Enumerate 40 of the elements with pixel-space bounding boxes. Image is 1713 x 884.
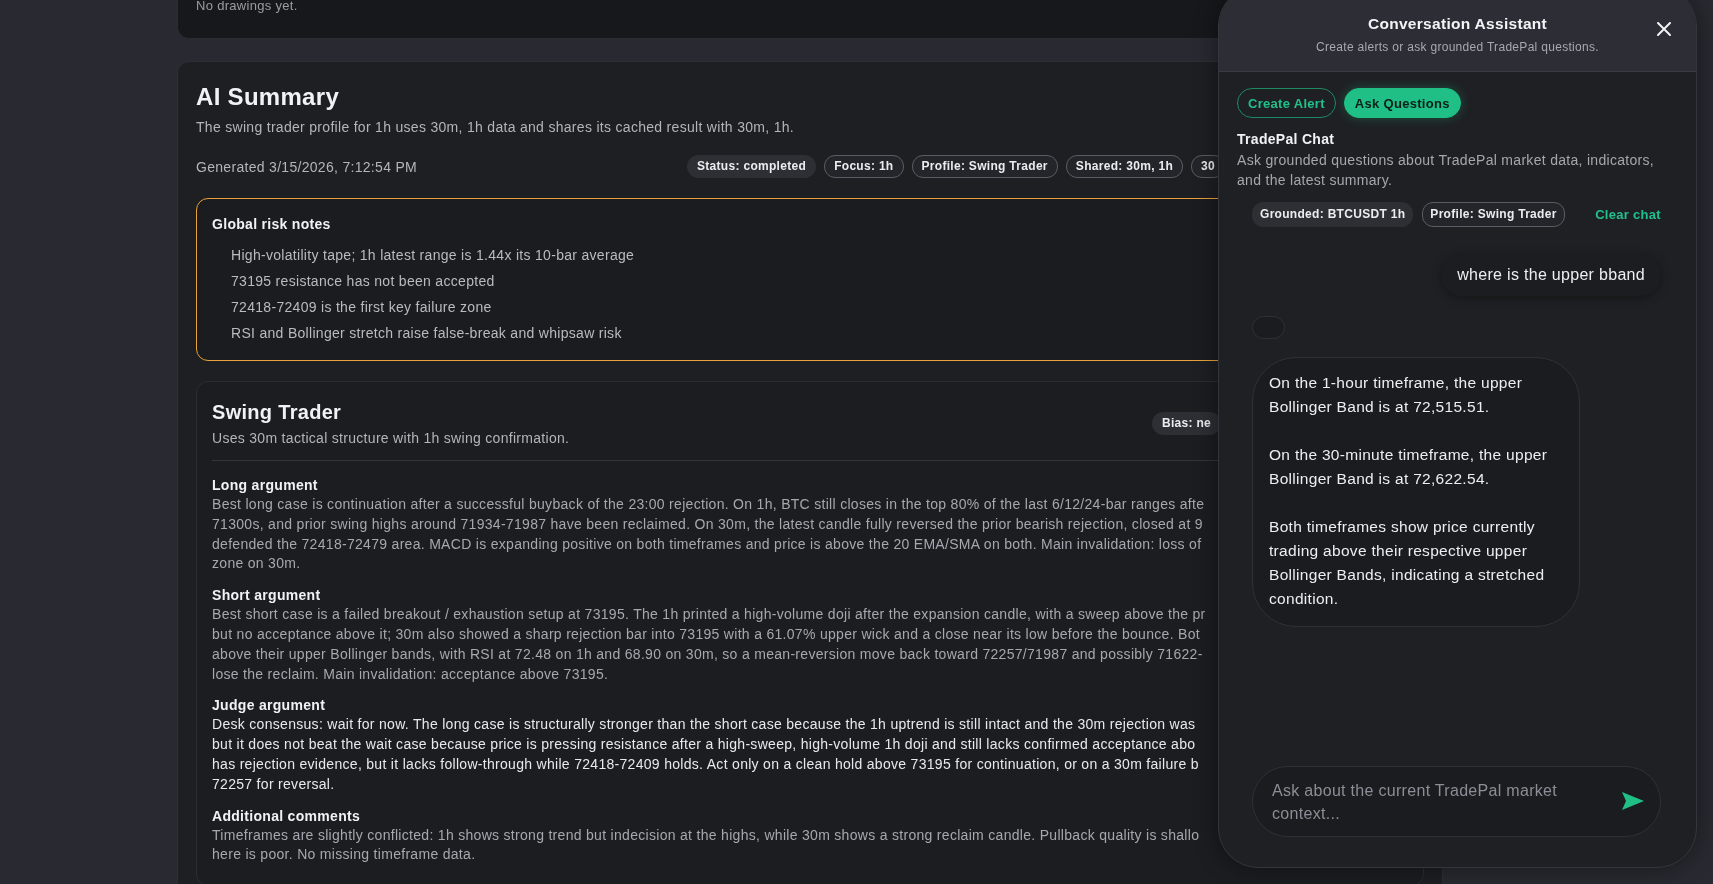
profile-title: Swing Trader	[212, 400, 342, 425]
summary-tag: Status: completed	[687, 155, 817, 178]
argument-text: Desk consensus: wait for now. The long case is structurally stronger than the short case because the 1h uptrend is still intact and the 30m rejection was but it does not beat the wait case because price is pressing resistance after a high-sweep, high-volume 1h doji and still lacks confirmed acceptance abo has rejection evidence, but it lacks follow-through while 72418-72409 holds. Act only on a clean hold above 73195 for continuation, or on a 30m failure b 72257 for reversal.	[212, 715, 1199, 794]
generated-timestamp: Generated 3/15/2026, 7:12:54 PM	[196, 157, 418, 177]
message-input[interactable]: Ask about the current TradePal market context...	[1252, 766, 1661, 837]
argument-heading: Short argument	[212, 586, 321, 606]
risk-note: 72418-72409 is the first key failure zone	[231, 298, 492, 317]
risk-note: RSI and Bollinger stretch raise false-break and whipsaw risk	[231, 324, 622, 343]
panel-title: Conversation Assistant	[1367, 14, 1548, 34]
summary-tag: Shared: 30m, 1h	[1065, 155, 1184, 178]
message-paragraph: On the 30-minute timeframe, the upper Bollinger Band is at 72,622.54.	[1269, 445, 1549, 489]
argument-text: Best long case is continuation after a successful buyback of the 23:00 rejection. On 1h, BTC still closes in the top 80% of the last 6/12/24-bar ranges afte 71300s, and prior swing highs around 71934-71987 have been reclaimed. On 30m, the latest candle fully reversed the prior bearish rejection, closed at 9 defended the 72418-72479 area. MACD is expanding positive on both timeframes and price is above the 20 EMA/SMA on both. Main invalidation: loss of zone on 30m.	[212, 495, 1205, 574]
close-button[interactable]	[1655, 20, 1673, 38]
chat-description: Ask grounded questions about TradePal market data, indicators, and the latest summary.	[1237, 151, 1656, 190]
risk-notes-title: Global risk notes	[212, 215, 331, 234]
send-button[interactable]	[1622, 792, 1644, 810]
risk-note: 73195 resistance has not been accepted	[231, 272, 495, 291]
summary-description: The swing trader profile for 1h uses 30m, 1h data and shares its cached result with 30m, 1h.	[196, 118, 794, 137]
argument-text: Timeframes are slightly conflicted: 1h shows strong trend but indecision at the highs, while 30m shows a strong reclaim candle. Pullback quality is shallo here is poor. No missing timeframe data.	[212, 825, 1200, 865]
user-message: where is the upper bband	[1441, 254, 1661, 296]
summary-title: AI Summary	[196, 82, 340, 112]
message-paragraph: On the 1-hour timeframe, the upper Bollinger Band is at 72,515.51.	[1269, 373, 1524, 417]
argument-heading: Judge argument	[212, 696, 326, 716]
mode-tab[interactable]: Ask Questions	[1343, 88, 1461, 118]
argument-heading: Long argument	[212, 476, 318, 495]
risk-note: High-volatility tape; 1h latest range is 1.44x its 10-bar average	[231, 246, 635, 265]
message-paragraph: Both timeframes show price currently trading above their respective upper Bollinger Bands, indicating a stretched condition.	[1269, 517, 1546, 609]
send-icon	[1622, 792, 1644, 810]
context-chip: Profile: Swing Trader	[1422, 202, 1565, 227]
summary-tag: Focus: 1h	[824, 155, 904, 178]
argument-heading: Additional comments	[212, 806, 361, 826]
profile-description: Uses 30m tactical structure with 1h swing confirmation.	[212, 429, 570, 448]
empty-drawings-text: No drawings yet.	[196, 0, 298, 14]
close-icon	[1657, 22, 1671, 36]
chat-title: TradePal Chat	[1237, 130, 1335, 148]
summary-tag: Profile: Swing Trader	[911, 155, 1058, 178]
argument-text: Best short case is a failed breakout / exhaustion setup at 73195. The 1h printed a high-volume doji after the expansion candle, with a sweep above the pr but no acceptance above it; 30m also showed a sharp rejection bar into 73195 with a 61.07% upper wick and a close near its low before the bounce. Bot above their upper Bollinger bands, with RSI at 72.48 on 1h and 68.90 on 30m, so a mean-reversion move back toward 72257/71987 and possibly 71622- lose the reclaim. Main invalidation: acceptance above 73195.	[212, 605, 1206, 684]
panel-subtitle: Create alerts or ask grounded TradePal questions.	[1316, 40, 1599, 55]
clear-chat-link[interactable]: Clear chat	[1595, 207, 1661, 222]
context-chip: Grounded: BTCUSDT 1h	[1252, 202, 1414, 227]
